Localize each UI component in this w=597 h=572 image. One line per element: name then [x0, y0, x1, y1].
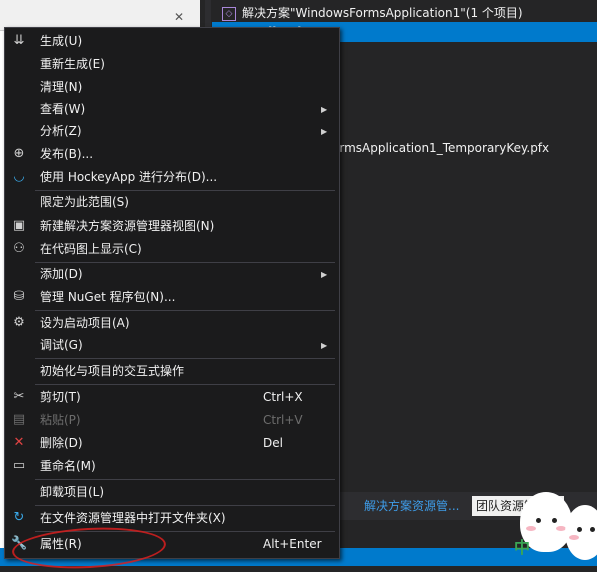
menu-item-label: 在代码图上显示(C) [40, 242, 142, 256]
menu-item-set-startup[interactable]: ⚙ 设为启动项目(A) [5, 312, 339, 335]
gear-icon: ⚙ [13, 315, 25, 330]
menu-item-label: 生成(U) [40, 34, 83, 48]
menu-item-label: 调试(G) [40, 338, 83, 352]
tree-row-label: ormsApplication1_TemporaryKey.pfx [332, 141, 550, 155]
tree-row-temporary-key[interactable]: ormsApplication1_TemporaryKey.pfx [332, 138, 549, 158]
menu-item-interactive[interactable]: 初始化与项目的交互式操作 [5, 360, 339, 383]
menu-item-shortcut: Del [263, 436, 283, 450]
menu-item-manage-nuget[interactable]: ⛁ 管理 NuGet 程序包(N)... [5, 286, 339, 309]
menu-item-label: 清理(N) [40, 80, 83, 94]
menu-item-scope[interactable]: 限定为此范围(S) [5, 191, 339, 214]
menu-separator [35, 479, 335, 480]
menu-item-rebuild[interactable]: 重新生成(E) [5, 53, 339, 76]
menu-item-open-in-explorer[interactable]: ↻ 在文件资源管理器中打开文件夹(X) [5, 507, 339, 530]
rename-icon: ▭ [12, 458, 26, 473]
menu-item-label: 设为启动项目(A) [40, 316, 130, 330]
nuget-icon: ⛁ [13, 289, 25, 304]
solution-label: 解决方案"WindowsFormsApplication1"(1 个项目) [242, 6, 523, 20]
menu-item-shortcut: Alt+Enter [263, 537, 322, 551]
menu-item-label: 剪切(T) [40, 390, 81, 404]
menu-item-delete[interactable]: ✕ 删除(D) Del [5, 432, 339, 455]
menu-item-shortcut: Ctrl+V [263, 413, 303, 427]
chevron-right-icon: ▶ [321, 105, 328, 114]
chevron-right-icon: ▶ [321, 270, 328, 279]
menu-item-new-explorer-view[interactable]: ▣ 新建解决方案资源管理器视图(N) [5, 215, 339, 238]
menu-item-label: 粘贴(P) [40, 413, 81, 427]
menu-item-label: 查看(W) [40, 102, 86, 116]
refresh-icon: ↻ [13, 510, 25, 525]
code-map-icon: ⚇ [13, 241, 25, 256]
menu-item-cut[interactable]: ✂ 剪切(T) Ctrl+X [5, 386, 339, 409]
menu-separator [35, 384, 335, 385]
hockeyapp-icon: ◡ [13, 169, 25, 184]
chevron-right-icon: ▶ [321, 341, 328, 350]
menu-item-publish[interactable]: ⊕ 发布(B)... [5, 143, 339, 166]
menu-item-analyze[interactable]: 分析(Z) ▶ [5, 120, 339, 143]
solution-node[interactable]: ◇ 解决方案"WindowsFormsApplication1"(1 个项目) [222, 3, 523, 23]
menu-item-unload-project[interactable]: 卸载项目(L) [5, 481, 339, 504]
menu-item-shortcut: Ctrl+X [263, 390, 303, 404]
build-icon: ⇊ [13, 33, 25, 48]
context-menu: ⇊ 生成(U) 重新生成(E) 清理(N) 查看(W) ▶ 分析(Z) ▶ ⊕ … [4, 27, 340, 559]
menu-item-label: 发布(B)... [40, 147, 94, 161]
chevron-down-icon[interactable]: ✕ [174, 10, 184, 24]
menu-item-view[interactable]: 查看(W) ▶ [5, 98, 339, 121]
menu-item-hockeyapp[interactable]: ◡ 使用 HockeyApp 进行分布(D)... [5, 166, 339, 189]
chevron-right-icon: ▶ [321, 127, 328, 136]
menu-item-debug[interactable]: 调试(G) ▶ [5, 334, 339, 357]
menu-item-label: 管理 NuGet 程序包(N)... [40, 290, 176, 304]
menu-item-label: 初始化与项目的交互式操作 [40, 364, 185, 378]
solution-icon: ◇ [222, 6, 236, 21]
menu-item-code-map[interactable]: ⚇ 在代码图上显示(C) [5, 238, 339, 261]
menu-item-rename[interactable]: ▭ 重命名(M) [5, 455, 339, 478]
mascot-sticker-2 [565, 505, 597, 560]
paste-icon: ▤ [12, 412, 26, 427]
menu-item-label: 重新生成(E) [40, 57, 105, 71]
mascot-caption: 中 [514, 538, 531, 557]
cut-icon: ✂ [13, 389, 25, 404]
menu-item-clean[interactable]: 清理(N) [5, 76, 339, 99]
tab-solution-explorer[interactable]: 解决方案资源管... [360, 496, 463, 516]
menu-item-build[interactable]: ⇊ 生成(U) [5, 30, 339, 53]
menu-separator [35, 358, 335, 359]
menu-separator [35, 310, 335, 311]
globe-icon: ⊕ [13, 146, 25, 161]
menu-item-label: 卸载项目(L) [40, 485, 105, 499]
delete-icon: ✕ [13, 435, 25, 450]
menu-item-label: 在文件资源管理器中打开文件夹(X) [40, 511, 226, 525]
menu-item-label: 限定为此范围(S) [40, 195, 129, 209]
menu-item-label: 重命名(M) [40, 459, 96, 473]
new-view-icon: ▣ [12, 218, 26, 233]
menu-item-label: 分析(Z) [40, 124, 82, 138]
menu-item-label: 使用 HockeyApp 进行分布(D)... [40, 170, 218, 184]
menu-item-label: 新建解决方案资源管理器视图(N) [40, 219, 215, 233]
menu-item-paste[interactable]: ▤ 粘贴(P) Ctrl+V [5, 409, 339, 432]
menu-item-label: 添加(D) [40, 267, 83, 281]
menu-item-add[interactable]: 添加(D) ▶ [5, 263, 339, 286]
menu-separator [35, 505, 335, 506]
menu-item-label: 删除(D) [40, 436, 83, 450]
